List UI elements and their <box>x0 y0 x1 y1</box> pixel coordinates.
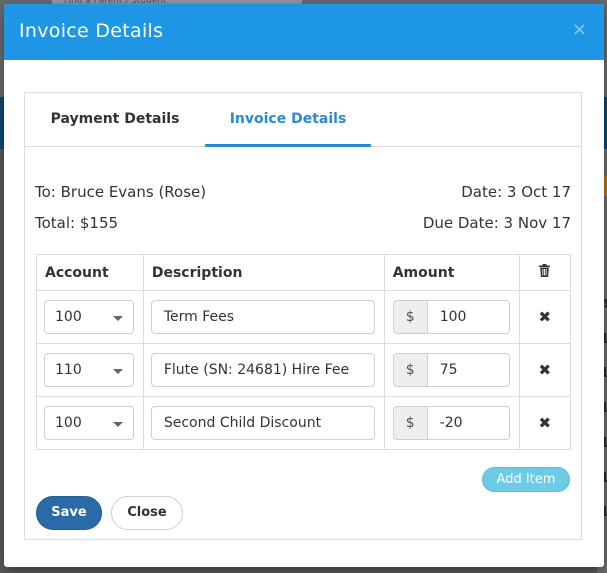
amount-input-group: $75 <box>392 353 510 387</box>
remove-row-icon[interactable]: ✖ <box>539 361 552 379</box>
invoice-recipient: To: Bruce Evans (Rose) <box>35 183 207 201</box>
account-select-value: 100 <box>55 415 82 431</box>
account-select-value: 100 <box>55 309 82 325</box>
modal-header: Invoice Details × <box>4 4 604 60</box>
account-select[interactable]: 110 <box>44 353 134 387</box>
invoice-total: Total: $155 <box>35 214 119 232</box>
invoice-items-table: Account Description Amount 100 Term Fees… <box>36 254 572 450</box>
invoice-panel: Payment Details Invoice Details To: Bruc… <box>24 92 582 540</box>
invoice-due-date: Due Date: 3 Nov 17 <box>422 214 571 232</box>
add-item-button[interactable]: Add Item <box>482 467 570 492</box>
currency-addon: $ <box>392 300 427 334</box>
remove-row-icon[interactable]: ✖ <box>539 414 552 432</box>
description-input[interactable]: Second Child Discount <box>150 406 375 440</box>
chevron-down-icon <box>113 369 123 374</box>
close-icon[interactable]: × <box>572 20 587 40</box>
column-header-account: Account <box>36 254 144 291</box>
table-row: 110 Flute (SN: 24681) Hire Fee $75 ✖ <box>36 343 572 397</box>
chevron-down-icon <box>113 422 123 427</box>
invoice-modal: Invoice Details × Payment Details Invoic… <box>4 4 604 567</box>
currency-addon: $ <box>392 353 427 387</box>
close-button[interactable]: Close <box>111 496 183 530</box>
tab-bar: Payment Details Invoice Details <box>25 93 581 147</box>
amount-input-group: $ -20 <box>392 406 510 440</box>
chevron-down-icon <box>113 316 123 321</box>
modal-title: Invoice Details <box>19 20 164 42</box>
description-input[interactable]: Term Fees <box>150 300 375 334</box>
account-select[interactable]: 100 <box>44 406 134 440</box>
currency-addon: $ <box>392 406 427 440</box>
amount-input[interactable]: 75 <box>426 353 510 387</box>
tab-payment-details[interactable]: Payment Details <box>35 93 195 147</box>
table-header-row: Account Description Amount <box>36 254 572 291</box>
amount-input[interactable]: 100 <box>426 300 510 334</box>
column-header-description: Description <box>142 254 385 291</box>
description-input[interactable]: Flute (SN: 24681) Hire Fee <box>150 353 375 387</box>
column-header-delete <box>518 254 572 291</box>
table-row: 100 Term Fees $100 ✖ <box>36 290 572 344</box>
invoice-date: Date: 3 Oct 17 <box>461 183 571 201</box>
remove-row-icon[interactable]: ✖ <box>539 308 552 326</box>
save-button[interactable]: Save <box>36 496 102 530</box>
account-select-value: 110 <box>55 362 82 378</box>
table-row: 100 Second Child Discount $ -20 ✖ <box>36 396 572 450</box>
amount-input[interactable]: -20 <box>426 406 510 440</box>
column-header-amount: Amount <box>383 254 520 291</box>
trash-icon <box>539 264 551 277</box>
tab-invoice-details[interactable]: Invoice Details <box>205 93 371 147</box>
account-select[interactable]: 100 <box>44 300 134 334</box>
amount-input-group: $100 <box>392 300 510 334</box>
